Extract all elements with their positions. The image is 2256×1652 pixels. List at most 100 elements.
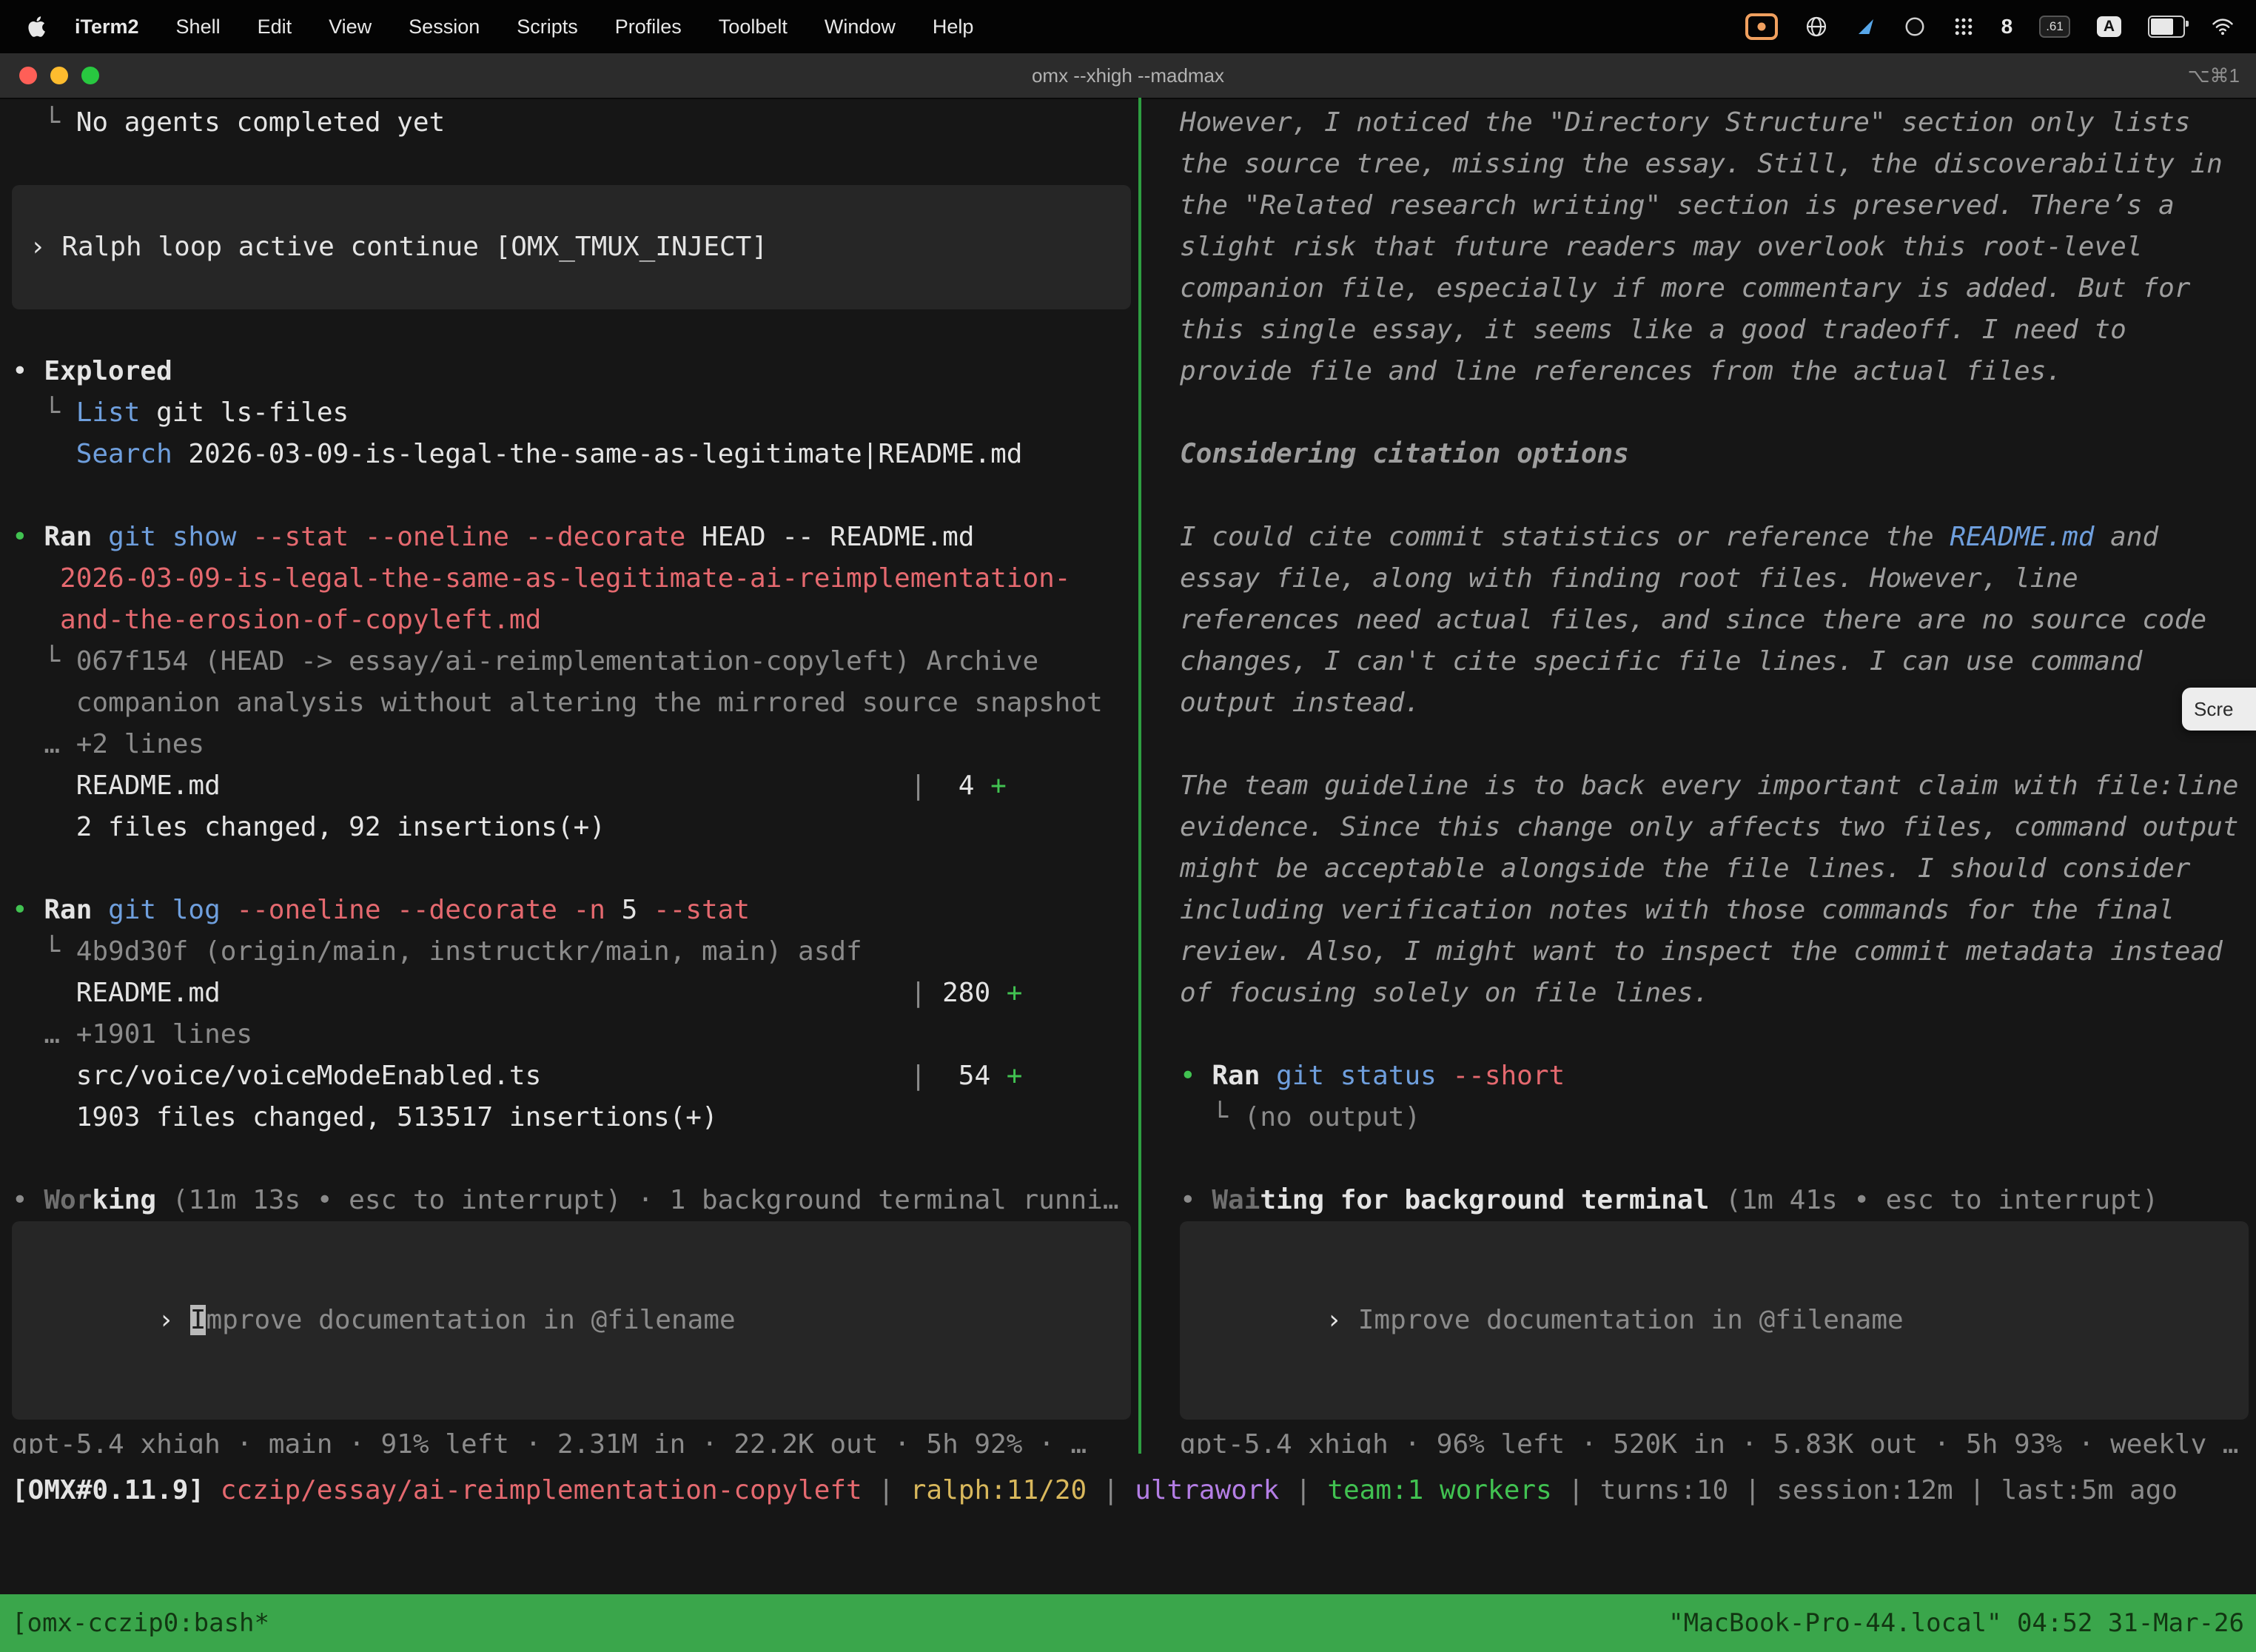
apple-menu[interactable] — [27, 16, 46, 38]
text-segment: | — [221, 978, 927, 1008]
prompt-text: mprove documentation in @filename — [206, 1305, 735, 1335]
menu-item-scripts[interactable]: Scripts — [498, 16, 597, 38]
terminal-line: README.md | 280 + — [12, 973, 1131, 1014]
text-segment: README.md — [1950, 522, 2094, 552]
menu-item-profiles[interactable]: Profiles — [597, 16, 700, 38]
text-segment: HEAD -- README.md — [702, 522, 974, 552]
text-segment: No agents completed yet — [76, 107, 446, 138]
text-segment: └ — [12, 107, 76, 138]
menu-item-window[interactable]: Window — [806, 16, 914, 38]
eight-icon[interactable]: 8 — [2001, 10, 2013, 43]
percent-badge-icon[interactable]: .61 — [2039, 10, 2070, 43]
text-segment: + — [990, 770, 1007, 801]
screen-recording-indicator-icon[interactable] — [1745, 10, 1778, 43]
text-segment: ting for background terminal — [1260, 1185, 1709, 1215]
terminal-line: … +2 lines — [12, 724, 1131, 765]
text-segment: • — [12, 1185, 44, 1215]
left-pane[interactable]: └ No agents completed yet › Ralph loop a… — [0, 98, 1138, 1454]
menu-item-shell[interactable]: Shell — [158, 16, 239, 38]
prompt-input[interactable]: › Improve documentation in @filename — [1180, 1221, 2249, 1420]
scrollback-line: └ No agents completed yet — [12, 102, 1131, 144]
text-segment: ultrawork — [1135, 1475, 1279, 1505]
reasoning-paragraph: The team guideline is to back every impo… — [1180, 765, 2249, 1014]
model-status-line: gpt-5.4 xhigh · 96% left · 520K in · 5.8… — [1180, 1424, 2249, 1454]
text-segment: • — [12, 356, 44, 386]
terminal-line: › Ralph loop active continue [OMX_TMUX_I… — [30, 226, 1113, 268]
prompt-chevron: › — [1326, 1305, 1357, 1335]
text-segment: + — [1007, 1061, 1023, 1091]
traffic-lights — [19, 67, 99, 84]
text-segment: | — [1728, 1475, 1776, 1505]
battery-icon[interactable] — [2148, 10, 2185, 43]
terminal-line: • Working (11m 13s • esc to interrupt) ·… — [12, 1180, 1131, 1221]
notification-toast[interactable]: Scre — [2182, 688, 2256, 731]
text-segment: (1m 41s • esc to interrupt) — [1709, 1185, 2158, 1215]
reasoning-paragraph: However, I noticed the "Directory Struct… — [1180, 102, 2249, 392]
text-segment: | — [1087, 1475, 1135, 1505]
input-source-badge-icon[interactable]: A — [2097, 10, 2121, 43]
tmux-session-label: [omx-cczip0:bash* — [12, 1608, 269, 1638]
globe-icon[interactable] — [1805, 10, 1828, 43]
text-segment: | — [862, 1475, 910, 1505]
menu-item-edit[interactable]: Edit — [239, 16, 311, 38]
window-titlebar[interactable]: omx --xhigh --madmax ⌥⌘1 — [0, 53, 2256, 99]
prompt-input[interactable]: › Improve documentation in @filename — [12, 1221, 1131, 1420]
terminal-line: • Explored — [12, 351, 1131, 392]
text-segment: The team guideline is to back every impo… — [1180, 770, 2238, 1008]
waiting-status-line: • Waiting for background terminal (1m 41… — [1180, 1180, 2249, 1221]
text-segment: I could cite commit statistics or refere… — [1180, 522, 1950, 552]
text-segment: • — [1180, 1061, 1212, 1091]
right-pane[interactable]: However, I noticed the "Directory Struct… — [1141, 98, 2256, 1454]
text-segment: --oneline --decorate -n — [236, 895, 621, 925]
text-segment: | — [541, 1061, 926, 1091]
text-segment: • — [12, 522, 44, 552]
menu-bar: iTerm2 Shell Edit View Session Scripts P… — [0, 0, 2256, 53]
terminal-line: └ No agents completed yet — [12, 102, 1131, 144]
git-log-block: • Ran git log --oneline --decorate -n 5 … — [12, 890, 1131, 1138]
text-segment: king — [92, 1185, 156, 1215]
wifi-icon[interactable] — [2212, 10, 2234, 43]
text-segment: Wai — [1212, 1185, 1260, 1215]
text-segment: ralph:11/20 — [910, 1475, 1087, 1505]
working-status-line: • Working (11m 13s • esc to interrupt) ·… — [12, 1180, 1131, 1221]
omx-status-line: [OMX#0.11.9] cczip/essay/ai-reimplementa… — [12, 1470, 2250, 1511]
menu-item-session[interactable]: Session — [390, 16, 498, 38]
explored-block: • Explored └ List git ls-files Search 20… — [12, 351, 1131, 475]
text-segment: --stat --oneline --decorate — [252, 522, 702, 552]
menu-item-toolbelt[interactable]: Toolbelt — [700, 16, 806, 38]
text-segment: git ls-files — [140, 397, 349, 428]
ralph-loop-box: › Ralph loop active continue [OMX_TMUX_I… — [12, 185, 1131, 309]
terminal-line: • Ran git show --stat --oneline --decora… — [12, 517, 1131, 558]
terminal-line: and-the-erosion-of-copyleft.md — [12, 600, 1131, 641]
text-segment: 4 — [926, 770, 990, 801]
shard-icon[interactable] — [1855, 10, 1877, 43]
dots-grid-icon[interactable] — [1953, 10, 1975, 43]
git-status-block: • Ran git status --short └ (no output) — [1180, 1055, 2249, 1138]
text-segment: 2026-03-09-is-legal-the-same-as-legitima… — [172, 439, 1023, 469]
text-segment: git show — [108, 522, 252, 552]
text-segment: | — [1953, 1475, 2001, 1505]
text-segment: [OMX#0.11.9] — [12, 1475, 221, 1505]
close-button[interactable] — [19, 67, 37, 84]
prompt-text: Improve documentation in @filename — [1358, 1305, 1904, 1335]
text-segment: (no output) — [1244, 1102, 1420, 1132]
text-segment: last:5m ago — [2001, 1475, 2178, 1505]
screen: iTerm2 Shell Edit View Session Scripts P… — [0, 0, 2256, 1652]
menu-item-iterm2[interactable]: iTerm2 — [56, 16, 158, 38]
text-segment: 1903 files changed, 513517 insertions(+) — [12, 1102, 718, 1132]
circle-icon[interactable] — [1904, 10, 1926, 43]
terminal-line: └ List git ls-files — [12, 392, 1131, 434]
terminal-line: 2 files changed, 92 insertions(+) — [12, 807, 1131, 848]
minimize-button[interactable] — [50, 67, 68, 84]
text-segment: git log — [108, 895, 236, 925]
text-segment: 067f154 (HEAD -> essay/ai-reimplementati… — [76, 646, 1038, 676]
text-segment: Wor — [44, 1185, 92, 1215]
text-segment: companion analysis without altering the … — [12, 688, 1103, 718]
apple-icon — [27, 16, 46, 38]
menu-item-view[interactable]: View — [310, 16, 390, 38]
tmux-status-bar[interactable]: [omx-cczip0:bash* "MacBook-Pro-44.local"… — [0, 1594, 2256, 1652]
zoom-button[interactable] — [81, 67, 99, 84]
terminal-line: src/voice/voiceModeEnabled.ts | 54 + — [12, 1055, 1131, 1097]
menu-item-help[interactable]: Help — [914, 16, 993, 38]
text-segment: Ran — [44, 895, 108, 925]
